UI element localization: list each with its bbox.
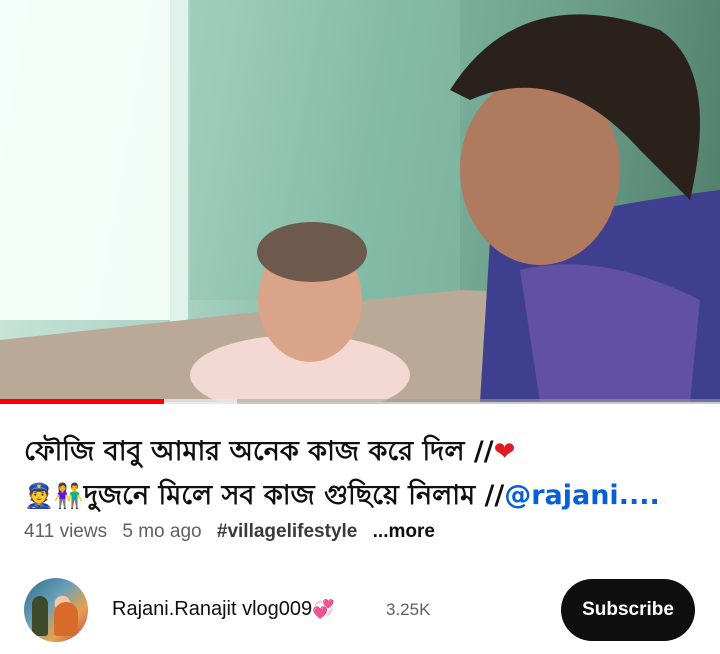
progress-fill <box>0 399 164 404</box>
video-player[interactable] <box>0 0 720 402</box>
more-button[interactable]: ...more <box>373 521 435 542</box>
title-line-1: ফৌজি বাবু আমার অনেক কাজ করে দিল //❤ <box>24 436 516 467</box>
police-officer-icon: 👮 <box>24 482 54 510</box>
title-line-2: 👮👫দুজনে মিলে সব কাজ গুছিয়ে নিলাম //@raj… <box>24 480 660 511</box>
hearts-icon: 💞 <box>312 599 335 619</box>
avatar-figure-right <box>54 602 78 636</box>
channel-mention-link[interactable]: @rajani.... <box>504 480 660 511</box>
upload-age: 5 mo ago <box>122 521 202 542</box>
video-progress-bar[interactable] <box>0 399 720 404</box>
couple-icon: 👫 <box>53 482 84 510</box>
video-metadata: 411 views 5 mo ago #villagelifestyle ...… <box>24 521 445 543</box>
video-frame <box>0 0 720 402</box>
avatar-figure-left <box>32 596 48 636</box>
subscriber-count: 3.25K <box>386 600 431 619</box>
view-count: 411 views <box>24 521 108 542</box>
channel-row: Rajani.Ranajit vlog009💞 3.25K Subscribe <box>0 578 720 644</box>
hashtag-link[interactable]: #villagelifestyle <box>217 521 357 542</box>
subscribe-button[interactable]: Subscribe <box>561 579 695 641</box>
channel-avatar[interactable] <box>24 578 88 642</box>
video-title[interactable]: ফৌজি বাবু আমার অনেক কাজ করে দিল //❤ 👮👫দু… <box>24 430 704 518</box>
buffer-indicator <box>164 399 237 404</box>
heart-icon: ❤ <box>493 437 516 467</box>
channel-name[interactable]: Rajani.Ranajit vlog009💞 <box>112 598 335 621</box>
